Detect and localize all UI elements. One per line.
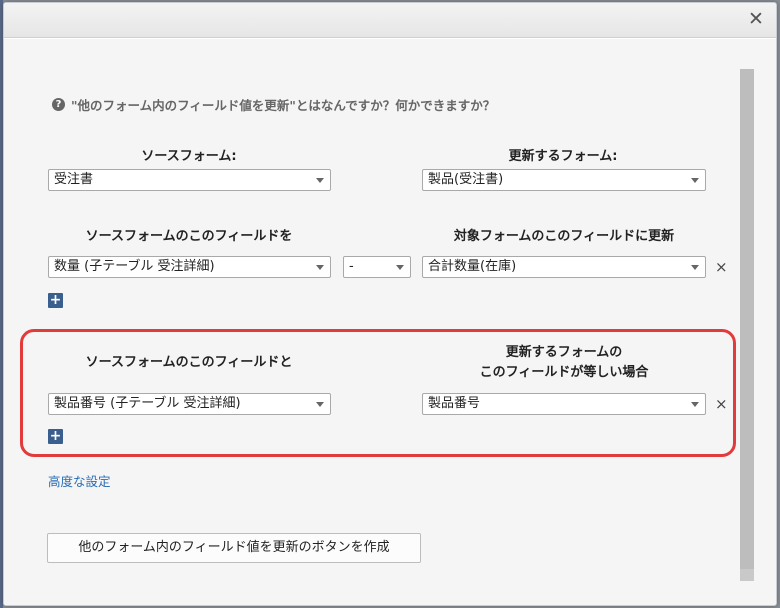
chevron-down-icon (316, 178, 324, 183)
scrollbar[interactable] (740, 69, 754, 581)
mapping-target-label: 対象フォームのこのフィールドに更新 (453, 229, 675, 244)
target-form-value: 製品(受注書) (428, 172, 504, 187)
target-form-select[interactable]: 製品(受注書) (422, 169, 706, 191)
chevron-down-icon (691, 178, 699, 183)
operator-select[interactable]: - (343, 256, 411, 278)
chevron-down-icon (691, 402, 699, 407)
chevron-down-icon (316, 402, 324, 407)
source-form-value: 受注書 (54, 172, 94, 187)
dialog-body: ? "他のフォーム内のフィールド値を更新"とはなんですか？何かできますか？ ソー… (4, 39, 776, 605)
target-form-label: 更新するフォーム: (508, 149, 618, 164)
remove-match-x-icon[interactable]: × (715, 396, 728, 412)
match-target-label-line2: このフィールドが等しい場合 (479, 365, 649, 380)
update-other-form-dialog: ✕ ? "他のフォーム内のフィールド値を更新"とはなんですか？何かできますか？ … (3, 2, 777, 606)
close-icon[interactable]: ✕ (748, 10, 764, 29)
chevron-down-icon (316, 265, 324, 270)
add-match-plus-icon[interactable]: + (48, 429, 63, 444)
operator-value: - (349, 259, 354, 274)
mapping-target-value: 合計数量(在庫) (428, 259, 517, 274)
mapping-source-value: 数量 (子テーブル 受注詳細) (54, 259, 215, 274)
match-source-value: 製品番号 (子テーブル 受注詳細) (54, 396, 241, 411)
match-source-label: ソースフォームのこのフィールドと (85, 355, 293, 370)
match-target-value: 製品番号 (428, 396, 481, 411)
create-update-button[interactable]: 他のフォーム内のフィールド値を更新のボタンを作成 (47, 533, 421, 563)
scrollbar-thumb[interactable] (740, 69, 754, 569)
dialog-titlebar: ✕ (4, 3, 776, 38)
question-circle-icon[interactable]: ? (52, 98, 65, 111)
source-form-label: ソースフォーム: (141, 149, 237, 164)
match-target-select[interactable]: 製品番号 (422, 393, 706, 415)
advanced-settings-link[interactable]: 高度な設定 (48, 471, 111, 490)
help-text[interactable]: "他のフォーム内のフィールド値を更新"とはなんですか？何かできますか？ (71, 95, 495, 114)
remove-mapping-x-icon[interactable]: × (715, 259, 728, 275)
match-source-select[interactable]: 製品番号 (子テーブル 受注詳細) (48, 393, 331, 415)
mapping-source-select[interactable]: 数量 (子テーブル 受注詳細) (48, 256, 331, 278)
match-target-label-line1: 更新するフォームの (505, 345, 623, 360)
chevron-down-icon (396, 265, 404, 270)
chevron-down-icon (691, 265, 699, 270)
mapping-target-select[interactable]: 合計数量(在庫) (422, 256, 706, 278)
source-form-select[interactable]: 受注書 (48, 169, 331, 191)
help-line[interactable]: ? "他のフォーム内のフィールド値を更新"とはなんですか？何かできますか？ (52, 95, 495, 114)
add-mapping-plus-icon[interactable]: + (48, 293, 63, 308)
mapping-source-label: ソースフォームのこのフィールドを (85, 229, 293, 244)
